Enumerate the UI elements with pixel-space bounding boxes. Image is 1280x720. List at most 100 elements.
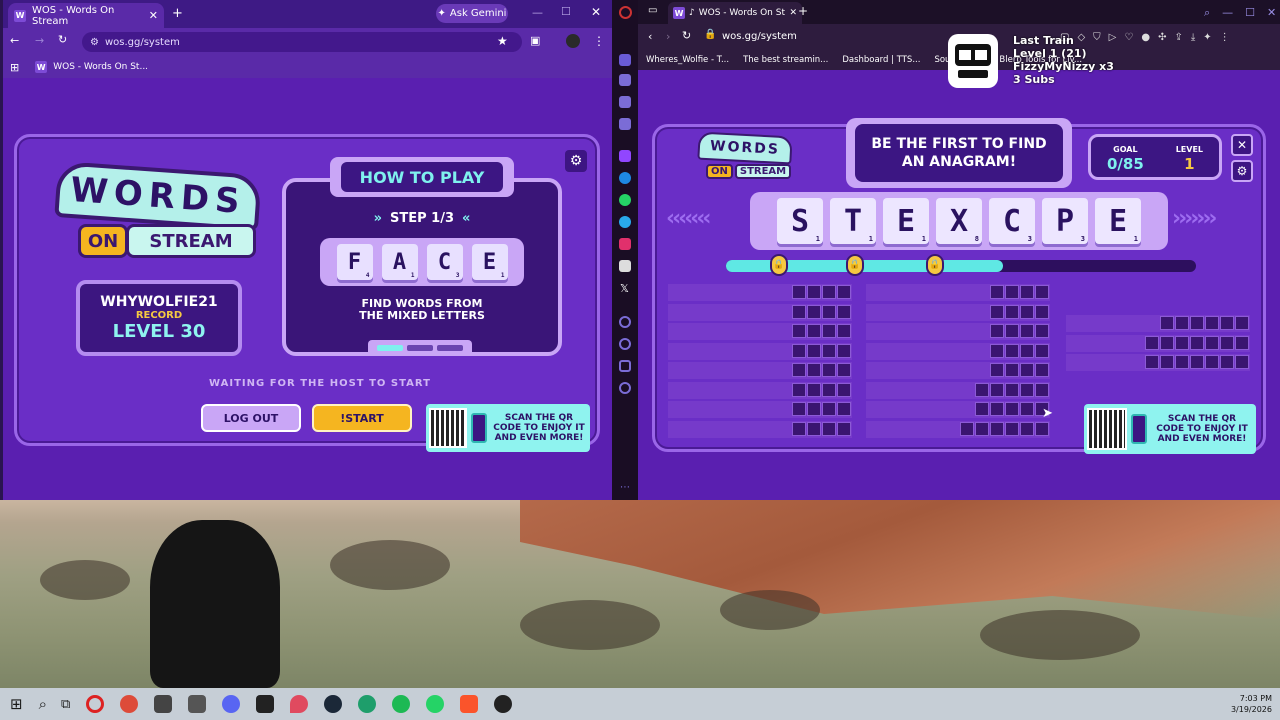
- lock-icon: 🔒: [846, 254, 864, 276]
- tiktok-icon[interactable]: [619, 260, 631, 272]
- instagram-icon[interactable]: [619, 238, 631, 250]
- letter-tile[interactable]: S1: [777, 198, 823, 244]
- new-tab-icon[interactable]: +: [798, 4, 808, 18]
- bookmark-item[interactable]: Wheres_Wolfie - T...: [646, 55, 729, 65]
- close-icon[interactable]: ✕: [1231, 134, 1253, 156]
- reload-icon[interactable]: ↻: [58, 33, 67, 46]
- back-icon[interactable]: ‹: [648, 30, 652, 43]
- lock-icon: 🔒: [926, 254, 944, 276]
- letter-tile[interactable]: T1: [830, 198, 876, 244]
- maximize-icon[interactable]: ☐: [561, 5, 571, 18]
- whatsapp-icon[interactable]: [426, 695, 445, 713]
- answer-slot: [1020, 343, 1034, 358]
- download-icon[interactable]: ⤓: [1191, 32, 1195, 46]
- url-text[interactable]: wos.gg/system: [722, 31, 797, 42]
- close-tab-icon[interactable]: ✕: [789, 8, 797, 18]
- spotify-icon[interactable]: [392, 695, 411, 713]
- bookmark-star-icon[interactable]: ★: [497, 34, 508, 48]
- sidebar-app-icon[interactable]: [619, 360, 631, 372]
- telegram-icon[interactable]: [619, 216, 631, 228]
- epic-games-icon[interactable]: [256, 695, 275, 713]
- letter-tile[interactable]: P3: [1042, 198, 1088, 244]
- steam-icon[interactable]: [324, 695, 343, 713]
- forward-icon[interactable]: ›: [666, 30, 670, 43]
- ai-icon[interactable]: ✦: [1203, 32, 1211, 46]
- answer-slot: [990, 363, 1004, 377]
- menu-icon[interactable]: ⋮: [1220, 32, 1230, 46]
- reload-icon[interactable]: ↻: [682, 29, 691, 42]
- task-view-icon[interactable]: ⧉: [61, 697, 70, 712]
- maximize-icon[interactable]: ☐: [1245, 6, 1255, 20]
- search-icon[interactable]: ⌕: [39, 695, 47, 713]
- apps-grid-icon[interactable]: ⊞: [10, 61, 19, 74]
- browser-tab[interactable]: W WOS - Words On Stream ✕: [8, 3, 164, 28]
- opera-logo-icon[interactable]: [619, 6, 632, 19]
- answer-slot: [1220, 355, 1234, 369]
- opera-icon[interactable]: [86, 695, 105, 713]
- answer-slot: [1005, 285, 1019, 299]
- ask-gemini-button[interactable]: ✦ Ask Gemini: [436, 4, 508, 23]
- logo-stream: STREAM: [126, 224, 256, 258]
- tile-letter: S: [790, 203, 810, 239]
- screen-icon[interactable]: ▣: [530, 34, 540, 47]
- menu-icon[interactable]: ⋮: [593, 34, 605, 48]
- share-icon[interactable]: ⇪: [1174, 32, 1182, 46]
- messenger-icon[interactable]: [619, 172, 631, 184]
- start-button[interactable]: !START: [312, 404, 412, 432]
- settings-icon[interactable]: [619, 382, 631, 394]
- clock[interactable]: 7:03 PM 3/19/2026: [1231, 693, 1272, 715]
- sidebar-app-icon[interactable]: [619, 74, 631, 86]
- answer-slot: [807, 421, 821, 436]
- bookmark-item[interactable]: The best streamin...: [743, 55, 828, 65]
- new-tab-icon[interactable]: +: [172, 6, 183, 21]
- qr-promo[interactable]: SCAN THE QR CODE TO ENJOY IT AND EVEN MO…: [1084, 404, 1256, 454]
- twitch-icon[interactable]: [619, 150, 631, 162]
- letter-tile[interactable]: E1: [883, 198, 929, 244]
- answer-slot: [837, 343, 851, 358]
- bookmark-item[interactable]: W WOS - Words On St...: [35, 61, 148, 73]
- letter-tile[interactable]: C3: [989, 198, 1035, 244]
- windows-start-icon[interactable]: ⊞: [10, 695, 23, 713]
- app-icon[interactable]: [154, 695, 173, 713]
- aria-icon[interactable]: [619, 54, 631, 66]
- chrome-icon[interactable]: [120, 695, 139, 713]
- back-icon[interactable]: ←: [10, 34, 19, 47]
- search-icon[interactable]: ⌕: [1204, 6, 1210, 20]
- bush: [520, 600, 660, 650]
- logout-button[interactable]: LOG OUT: [201, 404, 301, 432]
- sidebar-app-icon[interactable]: [619, 316, 631, 328]
- address-bar[interactable]: ⚙ wos.gg/system: [82, 32, 522, 52]
- minimize-icon[interactable]: —: [532, 6, 543, 19]
- settings-gear-icon[interactable]: ⚙: [565, 150, 587, 172]
- app-icon[interactable]: [358, 695, 377, 713]
- whatsapp-icon[interactable]: [619, 194, 631, 206]
- qr-promo[interactable]: SCAN THE QR CODE TO ENJOY IT AND EVEN MO…: [426, 404, 590, 452]
- minimize-icon[interactable]: —: [1222, 6, 1233, 20]
- app-icon[interactable]: [290, 695, 309, 713]
- bookmark-item[interactable]: Dashboard | TTS...: [842, 55, 920, 65]
- more-icon[interactable]: ⋯: [620, 482, 630, 493]
- close-tab-icon[interactable]: ✕: [149, 9, 158, 22]
- tab-sidebar-icon[interactable]: ▭: [648, 5, 657, 16]
- settings-gear-icon[interactable]: ⚙: [1231, 160, 1253, 182]
- chevrons-right-icon: ›››››››: [1172, 206, 1217, 231]
- discord-icon[interactable]: [222, 695, 241, 713]
- puzzle-icon[interactable]: ✣: [1158, 32, 1166, 46]
- letter-tile[interactable]: X8: [936, 198, 982, 244]
- browser-tab[interactable]: W ♪ WOS - Words On Strea ✕: [668, 2, 802, 24]
- brave-icon[interactable]: [460, 695, 479, 713]
- site-info-icon[interactable]: ⚙: [90, 37, 99, 48]
- sidebar-app-icon[interactable]: [619, 118, 631, 130]
- x-icon[interactable]: 𝕏: [620, 282, 629, 295]
- app-icon[interactable]: [188, 695, 207, 713]
- profile-avatar[interactable]: [566, 34, 580, 48]
- tile-letter: E: [1108, 203, 1128, 239]
- sidebar-app-icon[interactable]: [619, 96, 631, 108]
- app-icon[interactable]: [494, 695, 513, 713]
- letter-tile[interactable]: E1: [1095, 198, 1141, 244]
- close-window-icon[interactable]: ✕: [1267, 6, 1276, 20]
- forward-icon[interactable]: →: [35, 34, 44, 47]
- goal-level-box: GOAL 0/85 LEVEL 1: [1088, 134, 1222, 180]
- close-window-icon[interactable]: ✕: [591, 5, 601, 19]
- history-icon[interactable]: [619, 338, 631, 350]
